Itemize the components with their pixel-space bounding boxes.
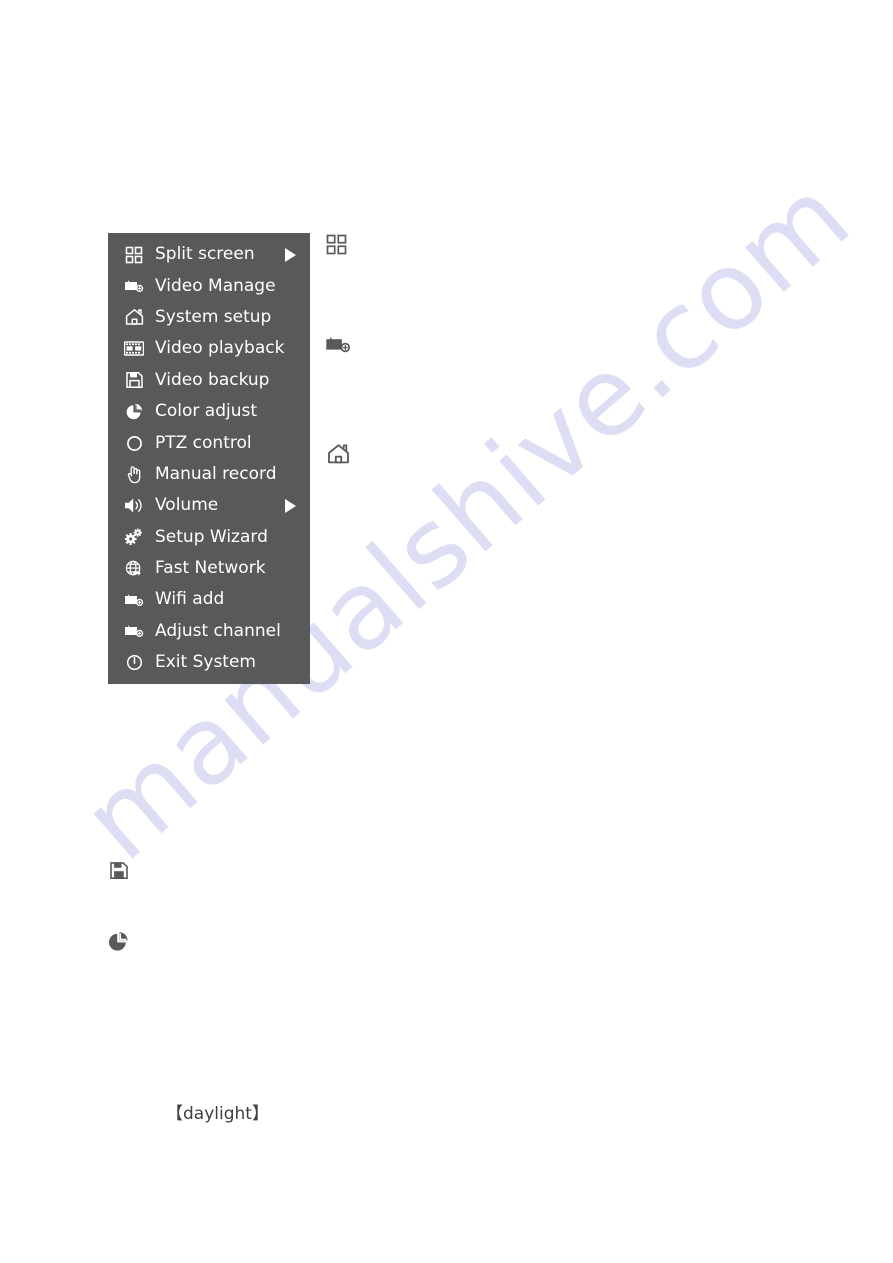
home-icon xyxy=(327,443,350,465)
floppy-disk-icon xyxy=(123,369,145,391)
power-icon xyxy=(123,652,145,674)
menu-item-label: Video playback xyxy=(155,338,285,359)
menu-item-video-backup[interactable]: Video backup xyxy=(108,365,310,396)
menu-item-label: PTZ control xyxy=(155,432,252,453)
menu-item-label: Fast Network xyxy=(155,558,266,579)
menu-item-label: Split screen xyxy=(155,244,255,265)
home-icon xyxy=(123,306,145,328)
menu-item-label: Setup Wizard xyxy=(155,526,268,547)
pie-chart-icon xyxy=(107,931,129,953)
menu-item-label: Exit System xyxy=(155,652,256,673)
menu-item-label: Volume xyxy=(155,495,219,516)
menu-item-video-manage[interactable]: Video Manage xyxy=(108,270,310,301)
menu-item-color-adjust[interactable]: Color adjust xyxy=(108,396,310,427)
menu-item-label: Manual record xyxy=(155,463,277,484)
daylight-caption: 【daylight】 xyxy=(166,1104,269,1124)
film-strip-icon xyxy=(123,338,145,360)
camera-icon xyxy=(123,620,145,642)
grid-icon xyxy=(123,244,145,266)
context-menu: Split screen Video Manage System setup V… xyxy=(108,233,310,685)
menu-item-system-setup[interactable]: System setup xyxy=(108,302,310,333)
menu-item-wifi-add[interactable]: Wifi add xyxy=(108,584,310,615)
menu-item-label: Video Manage xyxy=(155,275,276,296)
menu-item-label: Wifi add xyxy=(155,589,225,610)
grid-icon xyxy=(326,234,347,255)
menu-item-setup-wizard[interactable]: Setup Wizard xyxy=(108,522,310,553)
menu-item-exit-system[interactable]: Exit System xyxy=(108,647,310,678)
menu-item-label: Video backup xyxy=(155,369,270,390)
menu-item-adjust-channel[interactable]: Adjust channel xyxy=(108,616,310,647)
speaker-icon xyxy=(123,495,145,517)
menu-item-label: System setup xyxy=(155,306,272,327)
menu-item-split-screen[interactable]: Split screen xyxy=(108,239,310,270)
floppy-disk-icon xyxy=(110,861,128,880)
menu-item-ptz-control[interactable]: PTZ control xyxy=(108,427,310,458)
globe-icon xyxy=(123,558,145,580)
pie-chart-icon xyxy=(123,401,145,423)
menu-item-manual-record[interactable]: Manual record xyxy=(108,459,310,490)
circle-icon xyxy=(123,432,145,454)
menu-item-fast-network[interactable]: Fast Network xyxy=(108,553,310,584)
menu-item-label: Adjust channel xyxy=(155,620,281,641)
camera-icon xyxy=(325,334,351,354)
camera-icon xyxy=(123,275,145,297)
menu-item-volume[interactable]: Volume xyxy=(108,490,310,521)
gears-icon xyxy=(123,526,145,548)
submenu-arrow-icon xyxy=(285,498,296,513)
hand-icon xyxy=(123,463,145,485)
menu-item-video-playback[interactable]: Video playback xyxy=(108,333,310,364)
menu-item-label: Color adjust xyxy=(155,401,258,422)
submenu-arrow-icon xyxy=(285,247,296,262)
camera-icon xyxy=(123,589,145,611)
